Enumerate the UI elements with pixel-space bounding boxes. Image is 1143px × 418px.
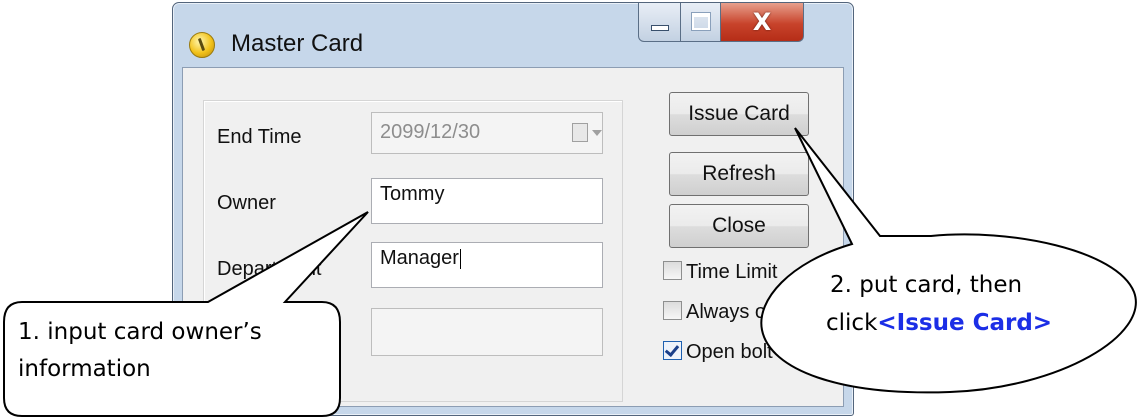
left-callout-line1: 1. input card owner’s bbox=[18, 319, 262, 345]
right-callout-prefix: click bbox=[826, 310, 878, 336]
right-callout-line1: 2. put card, then bbox=[830, 272, 1023, 298]
left-callout-line2: information bbox=[18, 356, 151, 382]
right-callout-highlight: <Issue Card> bbox=[877, 310, 1053, 336]
right-callout-bubble bbox=[760, 127, 1137, 394]
right-callout-line2: click<Issue Card> bbox=[826, 306, 1052, 340]
callout-layer bbox=[3, 127, 1137, 417]
